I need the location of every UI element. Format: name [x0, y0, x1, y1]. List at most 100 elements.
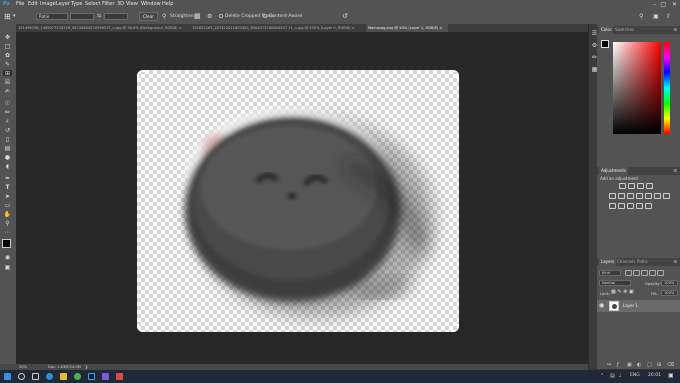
app-taskbar-icon[interactable] — [102, 373, 109, 380]
layer-kind-filter[interactable]: Kind — [599, 270, 621, 276]
network-icon[interactable]: ▤ — [610, 373, 615, 379]
pixel-filter-icon[interactable] — [625, 270, 632, 276]
menu-3d[interactable]: 3D — [117, 0, 124, 9]
swap-icon[interactable]: ⇆ — [97, 9, 101, 24]
share-icon[interactable]: ⇧ — [666, 9, 671, 24]
straighten-label[interactable]: Straighten — [170, 9, 194, 24]
clear-button[interactable]: Clear — [139, 12, 158, 21]
reset-icon[interactable]: ↺ — [342, 9, 348, 24]
shape-tool-icon[interactable]: ▭ — [3, 202, 12, 209]
tab-color[interactable]: Color — [599, 26, 614, 34]
clock[interactable]: 20:01 — [648, 373, 661, 378]
dodge-tool-icon[interactable]: ◖ — [3, 163, 12, 170]
app-taskbar-icon-2[interactable] — [116, 373, 123, 380]
workspace-icon[interactable]: ▣ — [653, 9, 659, 24]
start-icon[interactable] — [4, 373, 11, 380]
path-selection-tool-icon[interactable]: ➤ — [3, 193, 12, 200]
foreground-color-swatch[interactable] — [2, 239, 11, 248]
tab-adjustments[interactable]: Adjustments — [599, 167, 629, 175]
content-aware-checkbox[interactable] — [263, 14, 267, 18]
document-canvas[interactable] — [137, 70, 459, 332]
add-mask-icon[interactable]: ▣ — [627, 362, 632, 368]
chrome-icon[interactable] — [74, 373, 81, 380]
menu-help[interactable]: Help — [162, 0, 173, 9]
gear-icon[interactable]: ⚙ — [207, 9, 212, 24]
hue-slider[interactable] — [664, 42, 670, 134]
shape-filter-icon[interactable] — [649, 270, 656, 276]
gradient-tool-icon[interactable]: ▤ — [3, 145, 12, 152]
delete-cropped-checkbox[interactable] — [219, 14, 223, 18]
fg-color-mini[interactable] — [601, 40, 609, 48]
crop-tool-icon-active[interactable]: ⊞ — [3, 70, 12, 77]
panel-menu-icon[interactable]: ☰ — [673, 167, 677, 175]
color-picker-field[interactable] — [613, 42, 661, 134]
link-layers-icon[interactable]: ⚯ — [607, 362, 611, 368]
crop-handle-top-right[interactable] — [451, 70, 459, 78]
menu-edit[interactable]: Edit — [28, 0, 38, 9]
more-tools-icon[interactable]: ⋯ — [3, 229, 12, 236]
tray-arrow-icon[interactable]: ⌃ — [600, 373, 604, 379]
new-layer-icon[interactable]: ⊞ — [657, 362, 661, 368]
menu-filter[interactable]: Filter — [102, 0, 114, 9]
tab-document-2[interactable]: 151621163_207422811803362_84063731606042… — [192, 24, 364, 32]
black-white-adjustment-icon[interactable] — [636, 193, 643, 199]
grid-overlay-icon[interactable]: ▦ — [194, 9, 201, 24]
hue-saturation-adjustment-icon[interactable] — [618, 193, 625, 199]
eraser-tool-icon[interactable]: ▯ — [3, 136, 12, 143]
crop-handle-bottom-right[interactable] — [451, 324, 459, 332]
minimize-icon[interactable]: – — [653, 0, 656, 9]
healing-brush-tool-icon[interactable]: ☉ — [3, 100, 12, 107]
search-icon[interactable] — [18, 373, 25, 380]
tab-document-1[interactable]: 151496708_1409077135378_5623480451659622… — [18, 24, 190, 32]
search-icon[interactable]: ⚲ — [639, 9, 643, 24]
pen-tool-icon[interactable]: ✒ — [3, 175, 12, 182]
zoom-tool-icon[interactable]: ⚲ — [3, 220, 12, 227]
new-group-icon[interactable]: □ — [647, 362, 652, 368]
type-tool-icon[interactable]: T — [3, 184, 12, 191]
brush-tool-icon[interactable]: ✏ — [3, 109, 12, 116]
smart-object-filter-icon[interactable] — [657, 270, 664, 276]
straighten-icon[interactable]: ⚲ — [162, 9, 166, 24]
ratio-select[interactable]: Ratio — [36, 13, 68, 20]
eye-icon[interactable]: ◉ — [599, 302, 604, 309]
tab-paths[interactable]: Paths — [635, 258, 650, 266]
menu-type[interactable]: Type — [71, 0, 82, 9]
lasso-tool-icon[interactable]: ✿ — [3, 52, 12, 59]
volume-icon[interactable]: ♩ — [619, 373, 621, 379]
menu-image[interactable]: Image — [40, 0, 56, 9]
type-filter-icon[interactable] — [641, 270, 648, 276]
opacity-input[interactable]: 100% — [661, 280, 678, 286]
width-input[interactable] — [70, 13, 94, 20]
photo-filter-adjustment-icon[interactable] — [645, 193, 652, 199]
panel-menu-icon[interactable]: ☰ — [673, 26, 677, 34]
crop-handle-top-left[interactable] — [137, 70, 145, 78]
blur-tool-icon[interactable]: ● — [3, 154, 12, 161]
menu-view[interactable]: View — [126, 0, 138, 9]
color-balance-adjustment-icon[interactable] — [627, 193, 634, 199]
notifications-icon[interactable]: ▣ — [668, 372, 674, 379]
levels-adjustment-icon[interactable] — [628, 183, 635, 189]
blend-mode-select[interactable]: Normal — [599, 280, 631, 286]
new-adjustment-icon[interactable]: ◐ — [637, 362, 641, 368]
brightness-adjustment-icon[interactable] — [619, 183, 626, 189]
eyedropper-tool-icon[interactable]: ✍ — [3, 88, 12, 95]
hand-tool-icon[interactable]: ✋ — [3, 211, 12, 218]
color-lookup-adjustment-icon[interactable] — [663, 193, 670, 199]
selective-color-adjustment-icon[interactable] — [645, 203, 652, 209]
marquee-tool-icon[interactable]: □ — [3, 43, 12, 50]
panel-menu-icon[interactable]: ☰ — [673, 258, 677, 266]
tab-layers[interactable]: Layers — [599, 258, 617, 266]
vibrance-adjustment-icon[interactable] — [609, 193, 616, 199]
curves-adjustment-icon[interactable] — [637, 183, 644, 189]
screen-mode-icon[interactable]: ▣ — [3, 264, 12, 271]
crop-handle-bottom-left[interactable] — [137, 324, 145, 332]
layer-row[interactable]: ◉ Layer 1 — [597, 300, 680, 312]
exposure-adjustment-icon[interactable] — [646, 183, 653, 189]
frame-tool-icon[interactable]: ☒ — [3, 79, 12, 86]
threshold-adjustment-icon[interactable] — [627, 203, 634, 209]
lock-icon[interactable]: ▩ ✎ ✥ ▣ — [611, 289, 634, 295]
maximize-icon[interactable]: □ — [660, 0, 666, 9]
tab-document-3[interactable]: Mamasag.png @ 50% (Layer 1, RGB/8) × — [366, 24, 448, 32]
menu-window[interactable]: Window — [141, 0, 161, 9]
menu-file[interactable]: File — [16, 0, 24, 9]
